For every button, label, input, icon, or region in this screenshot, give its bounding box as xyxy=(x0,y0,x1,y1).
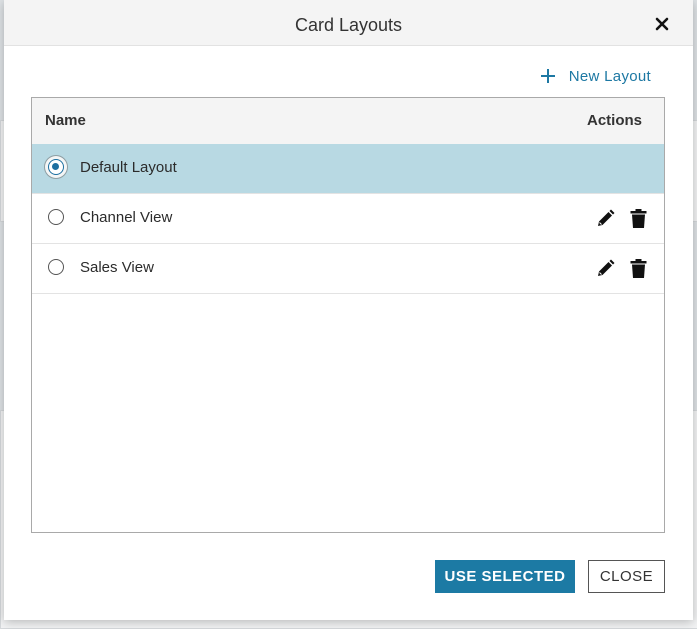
new-layout-label: New Layout xyxy=(568,67,651,85)
row-label: Default Layout xyxy=(80,159,177,176)
close-icon[interactable] xyxy=(651,13,673,35)
table-row[interactable]: Default Layout xyxy=(32,144,664,194)
edit-pencil-icon[interactable] xyxy=(596,209,615,228)
use-selected-button[interactable]: USE SELECTED xyxy=(435,560,575,593)
row-label: Sales View xyxy=(80,259,154,276)
edit-pencil-icon[interactable] xyxy=(596,259,615,278)
radio-button[interactable] xyxy=(48,209,64,225)
table-header: Name Actions xyxy=(32,98,664,145)
dialog-title: Card Layouts xyxy=(294,15,403,35)
dialog-header: Card Layouts xyxy=(4,0,693,46)
row-label: Channel View xyxy=(80,209,173,226)
table-row[interactable]: Sales View xyxy=(32,244,664,294)
table-row[interactable]: Channel View xyxy=(32,194,664,244)
radio-button[interactable] xyxy=(48,259,64,275)
layouts-table: Name Actions Default Layout Channel View xyxy=(31,97,665,533)
new-layout-button[interactable]: New Layout xyxy=(540,64,651,88)
delete-trash-icon[interactable] xyxy=(630,259,647,278)
plus-icon xyxy=(540,69,555,83)
close-button[interactable]: CLOSE xyxy=(588,560,665,593)
delete-trash-icon[interactable] xyxy=(630,209,647,228)
column-header-actions: Actions xyxy=(586,112,642,129)
card-layouts-dialog: Card Layouts New Layout Name Actions Def… xyxy=(4,0,693,620)
column-header-name: Name xyxy=(45,112,86,129)
radio-button[interactable] xyxy=(48,159,64,175)
